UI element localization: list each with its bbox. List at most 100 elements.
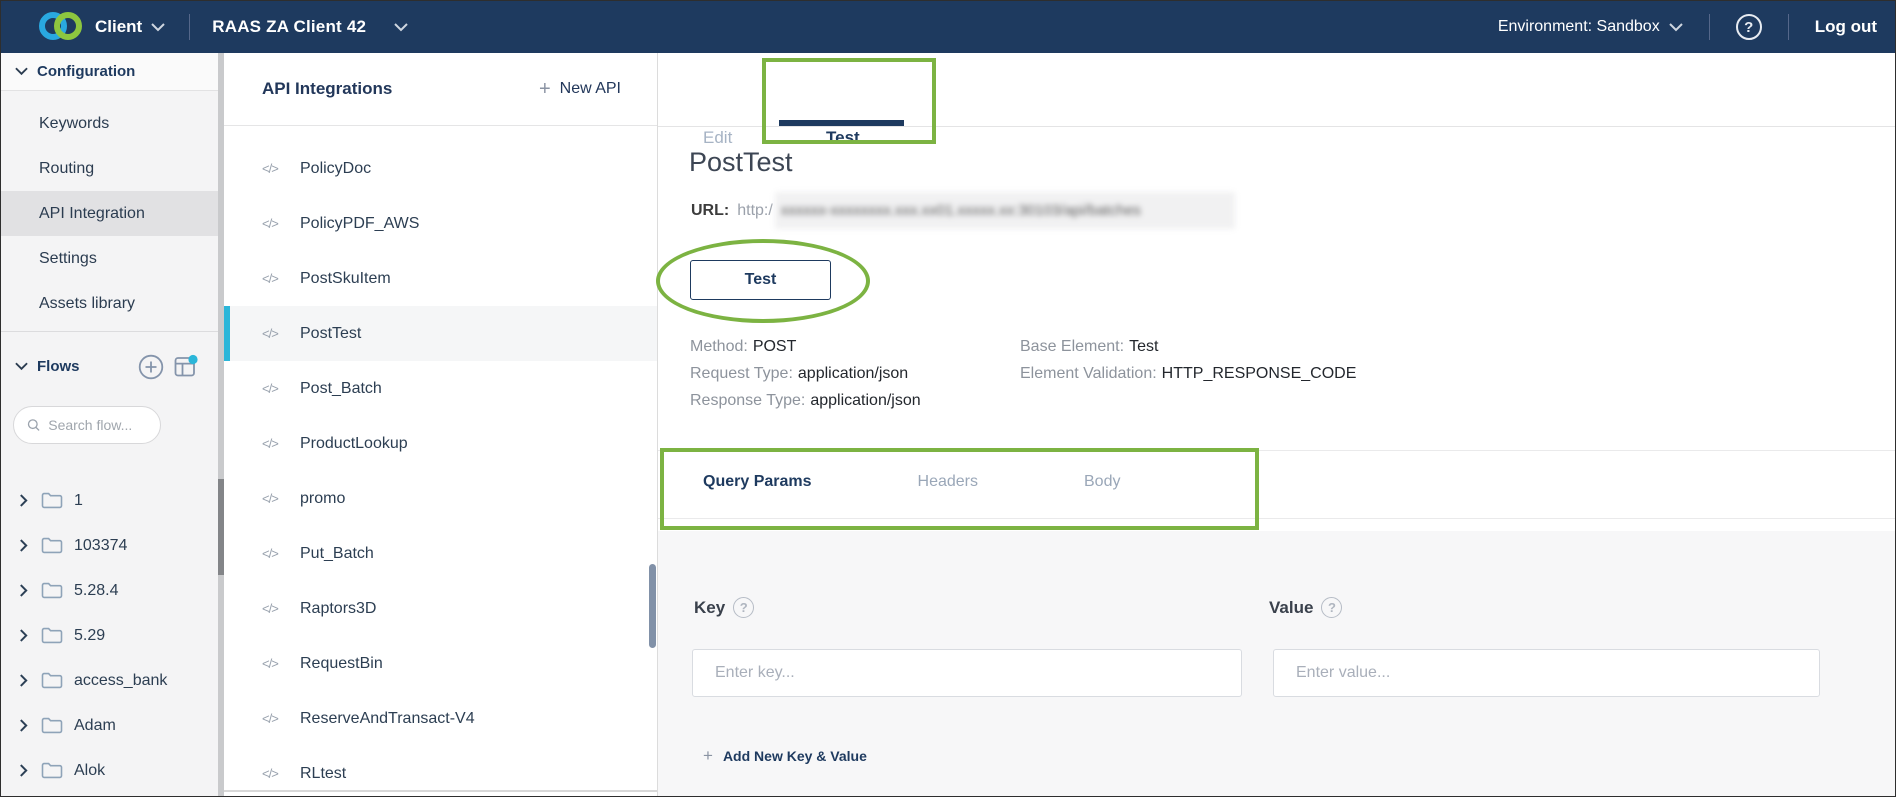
api-detail-panel: Edit Test PostTest URL: http:/ xxxxxx-xx…: [658, 53, 1896, 797]
logout-button[interactable]: Log out: [1815, 17, 1877, 37]
base-element-label: Base Element:: [1020, 338, 1124, 355]
flow-folder-row[interactable]: Adam: [1, 703, 218, 748]
subtab[interactable]: Query Params: [703, 473, 812, 491]
api-item-name: RLtest: [300, 765, 346, 783]
url-label: URL:: [691, 202, 729, 220]
folder-icon: [41, 717, 63, 734]
sidebar-item[interactable]: Keywords: [1, 101, 218, 146]
flow-search-input[interactable]: [48, 417, 150, 433]
code-icon: </>: [262, 436, 288, 451]
folder-icon: [41, 537, 63, 554]
api-item-name: Put_Batch: [300, 545, 374, 563]
element-validation-value: HTTP_RESPONSE_CODE: [1162, 365, 1357, 382]
code-icon: </>: [262, 766, 288, 781]
request-meta-left: Method:POST Request Type:application/jso…: [690, 333, 921, 414]
flow-folder-row[interactable]: access_bank: [1, 658, 218, 703]
request-type-row: Request Type:application/json: [690, 360, 921, 387]
method-row: Method:POST: [690, 333, 921, 360]
response-type-row: Response Type:application/json: [690, 387, 921, 414]
test-button[interactable]: Test: [690, 260, 831, 300]
chevron-down-icon: [1669, 23, 1683, 32]
flow-folder-row[interactable]: Alok: [1, 748, 218, 793]
key-input[interactable]: [692, 649, 1242, 697]
api-list-item[interactable]: </> PostSkuItem: [224, 251, 657, 306]
folder-icon: [41, 582, 63, 599]
api-list-header: API Integrations + New API: [224, 53, 657, 126]
flow-folder-row[interactable]: 5.28.4: [1, 568, 218, 613]
api-item-name: Raptors3D: [300, 600, 376, 618]
api-list-item[interactable]: </> RequestBin: [224, 636, 657, 691]
subtab[interactable]: Body: [1084, 473, 1120, 491]
sidebar-item[interactable]: Settings: [1, 236, 218, 281]
api-list-item[interactable]: </> PostTest: [224, 306, 657, 361]
environment-label: Environment: Sandbox: [1498, 18, 1660, 36]
folder-name: Adam: [74, 717, 116, 735]
api-list-item[interactable]: </> PolicyPDF_AWS: [224, 196, 657, 251]
api-list-item[interactable]: </> PolicyDoc: [224, 141, 657, 196]
flows-section-header[interactable]: Flows: [1, 348, 218, 385]
folder-name: 5.28.4: [74, 582, 118, 600]
code-icon: </>: [262, 656, 288, 671]
topbar-divider: [189, 14, 190, 40]
api-list-item[interactable]: </> ProductLookup: [224, 416, 657, 471]
flow-templates-button[interactable]: [173, 354, 198, 379]
add-key-value-button[interactable]: + Add New Key & Value: [703, 746, 867, 766]
value-help-icon[interactable]: ?: [1321, 597, 1342, 618]
folder-name: 5.29: [74, 627, 105, 645]
config-sidebar: Configuration Keywords Routing API Integ…: [1, 53, 218, 797]
configuration-items: Keywords Routing API Integration Setting…: [1, 91, 218, 326]
folder-name: 103374: [74, 537, 127, 555]
value-input[interactable]: [1273, 649, 1820, 697]
chevron-right-icon: [19, 494, 28, 507]
value-label-text: Value: [1269, 598, 1313, 618]
topbar-divider: [1709, 14, 1710, 40]
api-list-item[interactable]: </> promo: [224, 471, 657, 526]
new-api-button[interactable]: + New API: [539, 78, 621, 101]
add-flow-button[interactable]: [138, 354, 164, 380]
chevron-right-icon: [19, 629, 28, 642]
brand-label: Client: [95, 17, 142, 37]
api-list-scrollbar-thumb[interactable]: [649, 564, 656, 648]
environment-selector[interactable]: Environment: Sandbox: [1498, 18, 1683, 36]
api-list-item[interactable]: </> ReserveAndTransact-V4: [224, 691, 657, 746]
client-selector-label: RAAS ZA Client 42: [212, 17, 366, 37]
api-item-name: PolicyDoc: [300, 160, 371, 178]
tab-test[interactable]: Test: [826, 128, 860, 148]
api-list-item[interactable]: </> Put_Batch: [224, 526, 657, 581]
flow-folder-row[interactable]: 103374: [1, 523, 218, 568]
sidebar-item-label: Keywords: [39, 115, 109, 133]
layout-template-icon: [173, 354, 198, 379]
logo-ring-green: [54, 12, 82, 40]
subtab[interactable]: Headers: [918, 473, 978, 491]
sidebar-item[interactable]: Assets library: [1, 281, 218, 326]
folder-name: 1: [74, 492, 83, 510]
element-validation-label: Element Validation:: [1020, 365, 1157, 382]
sidebar-item[interactable]: API Integration: [1, 191, 218, 236]
api-item-name: PostSkuItem: [300, 270, 391, 288]
configuration-section-header[interactable]: Configuration: [1, 53, 218, 91]
api-item-name: Post_Batch: [300, 380, 382, 398]
flows-section-label: Flows: [37, 358, 80, 375]
chevron-right-icon: [19, 539, 28, 552]
flow-folder-row[interactable]: 1: [1, 478, 218, 523]
top-bar: Client RAAS ZA Client 42 Environment: Sa…: [1, 1, 1895, 53]
chevron-down-icon[interactable]: [151, 23, 165, 32]
api-list-item[interactable]: </> Post_Batch: [224, 361, 657, 416]
sidebar-item[interactable]: Routing: [1, 146, 218, 191]
chevron-right-icon: [19, 674, 28, 687]
api-list: </> PolicyDoc </> PolicyPDF_AWS </> Post…: [224, 141, 657, 797]
method-value: POST: [753, 338, 797, 355]
key-help-icon[interactable]: ?: [733, 597, 754, 618]
help-icon[interactable]: ?: [1736, 14, 1762, 40]
api-list-item[interactable]: </> Raptors3D: [224, 581, 657, 636]
tab-edit[interactable]: Edit: [703, 128, 732, 148]
page-title: PostTest: [689, 147, 793, 178]
code-icon: </>: [262, 271, 288, 286]
flow-folder-row[interactable]: 5.29: [1, 613, 218, 658]
folder-icon: [41, 492, 63, 509]
api-list-bottom-scroll-track: [224, 790, 657, 792]
url-row: URL: http:/ xxxxxx-xxxxxxxx.xxx.xx01.xxx…: [691, 192, 1235, 229]
folder-name: Alok: [74, 762, 105, 780]
client-selector[interactable]: RAAS ZA Client 42: [212, 17, 408, 37]
api-item-name: PostTest: [300, 325, 361, 343]
